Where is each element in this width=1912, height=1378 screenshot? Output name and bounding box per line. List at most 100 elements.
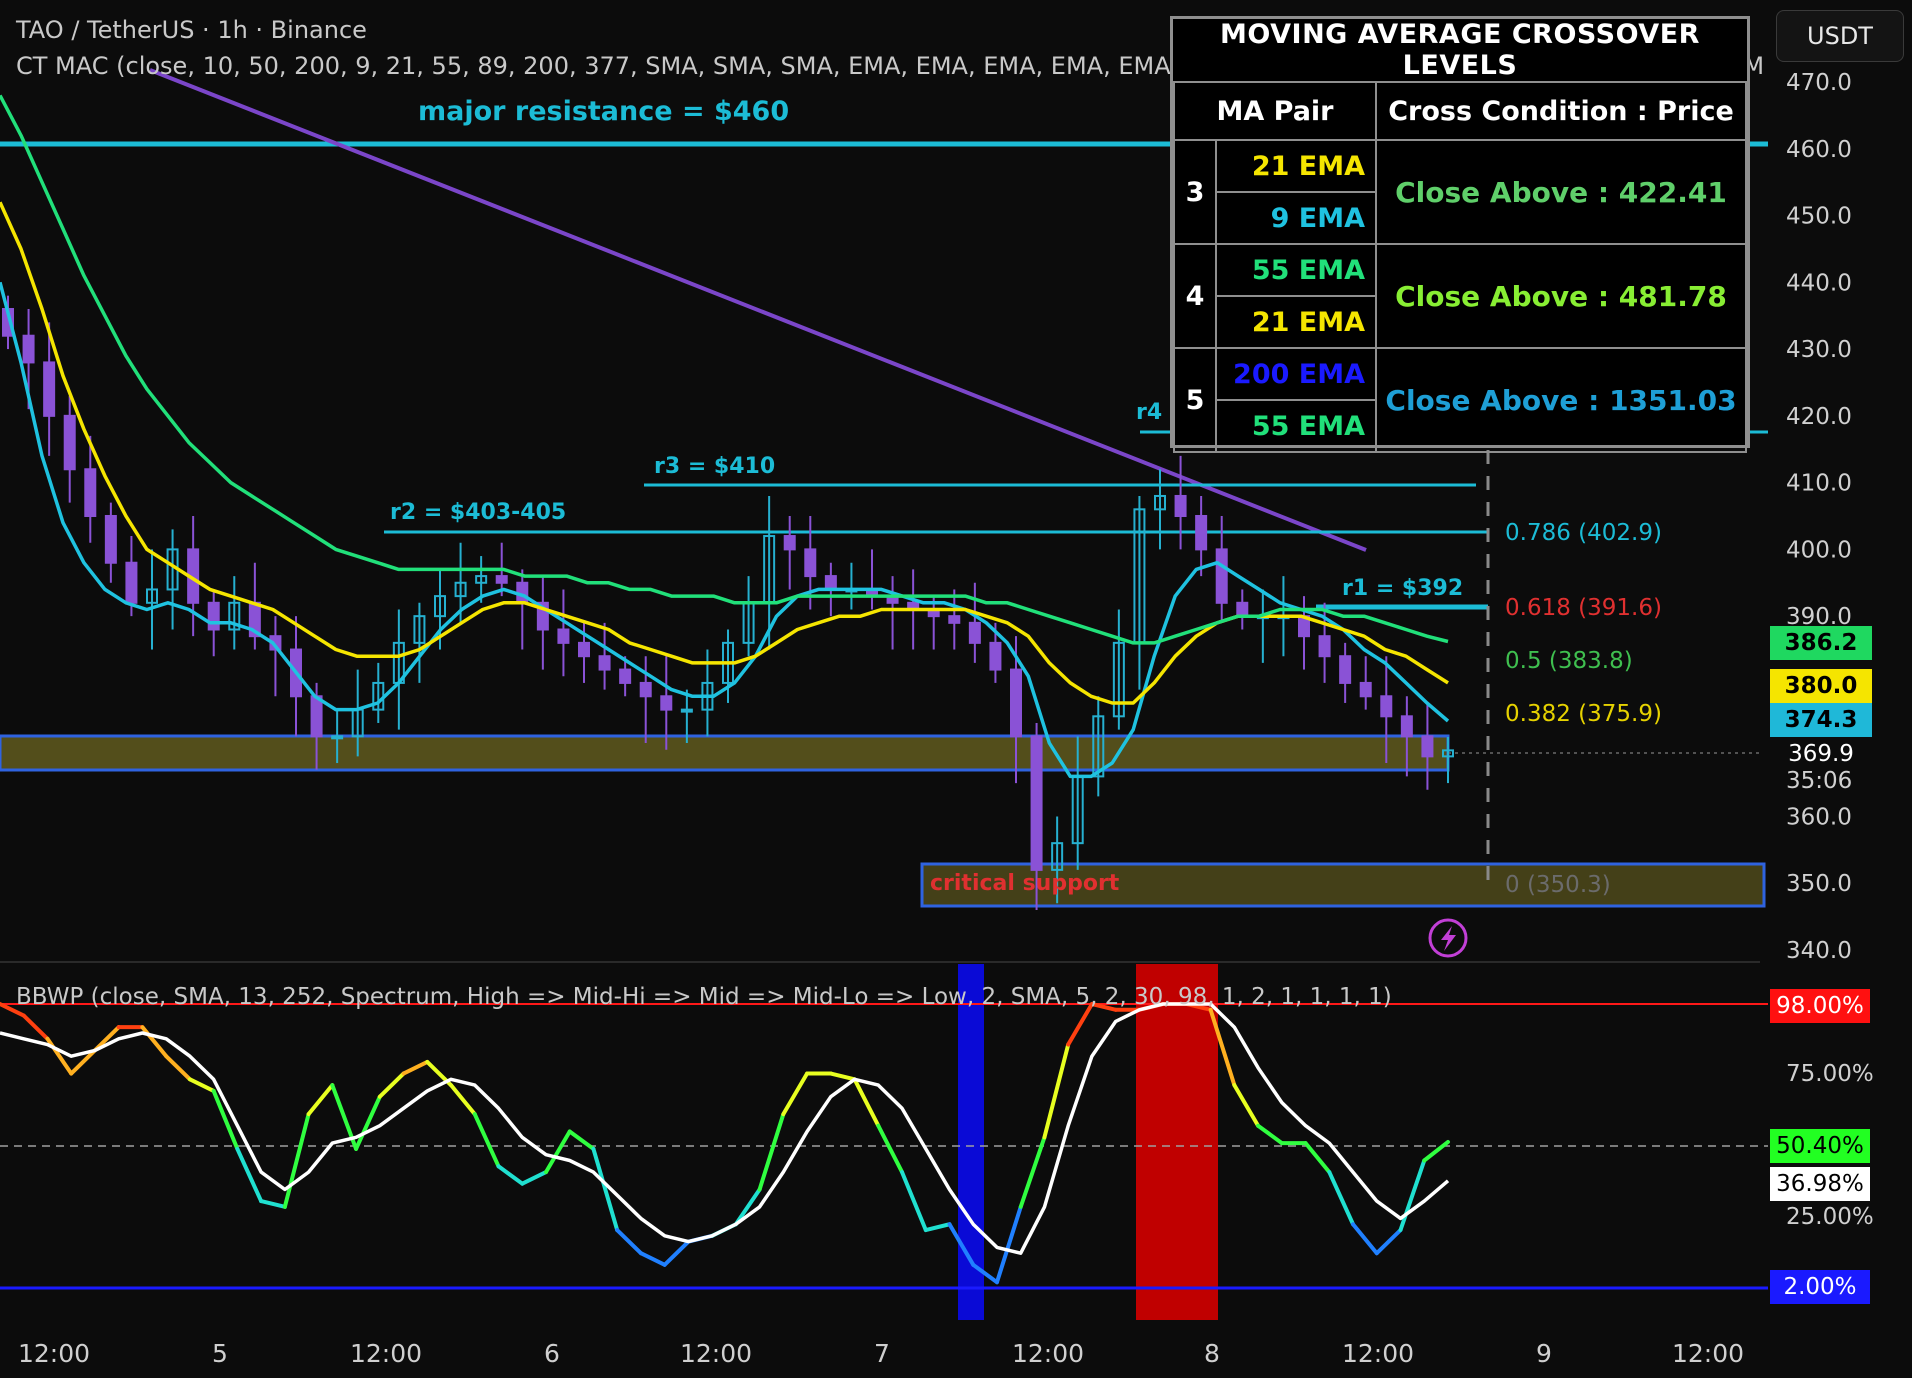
candle-body: [1339, 655, 1352, 684]
candle-body: [783, 535, 796, 551]
bbwp-segment: [282, 1112, 311, 1209]
candle-body: [43, 361, 56, 417]
bbwp-segment: [1042, 1042, 1071, 1140]
bbwp-value-tag: 50.40%: [1770, 1129, 1870, 1163]
candle-body: [84, 468, 97, 517]
bbwp-tick-75: 75.00%: [1786, 1061, 1874, 1087]
bbwp-segment: [1066, 1002, 1094, 1047]
lightning-icon[interactable]: [1428, 918, 1468, 958]
x-tick-label: 12:00: [1672, 1339, 1744, 1368]
y-axis-ticks-group: 470.0 460.0 450.0 440.0 430.0 420.0 410.0 400.0…: [1786, 70, 1852, 964]
bbwp-segment: [354, 1094, 382, 1151]
candle-body: [804, 548, 817, 578]
candle-body: [598, 655, 611, 671]
ma-b-cell: 55 EMA: [1215, 399, 1377, 453]
candle-body: [63, 414, 76, 471]
fib-0-label: 0 (350.3): [1505, 872, 1611, 898]
ma-b-cell: 9 EMA: [1215, 191, 1377, 245]
ma9-price-tag: 374.3: [1770, 703, 1872, 737]
bbwp-segment: [1398, 1158, 1427, 1233]
candle-body: [1195, 515, 1208, 551]
bbwp-segment: [401, 1059, 430, 1076]
bbwp-signal-line: [0, 1002, 1450, 1255]
symbol-title[interactable]: TAO / TetherUS · 1h · Binance: [16, 16, 367, 44]
bbwp-segment: [994, 1204, 1023, 1285]
candle-body: [1174, 494, 1187, 518]
ma-a-cell: 55 EMA: [1215, 243, 1377, 297]
ma-a-cell: 200 EMA: [1215, 347, 1377, 401]
y-tick-label: 350.0: [1786, 871, 1852, 897]
bbwp-98-tag: 98.00%: [1770, 989, 1870, 1023]
y-tick-label: 450.0: [1786, 204, 1852, 230]
y-tick-label: 410.0: [1786, 471, 1852, 497]
cond-cell: Close Above : 481.78: [1375, 243, 1747, 349]
candle-body: [1030, 735, 1043, 871]
last-price-tag: 369.9: [1770, 737, 1872, 771]
col-ma-pair: MA Pair: [1173, 81, 1377, 141]
x-tick-label: 12:00: [18, 1339, 90, 1368]
candle-body: [125, 561, 138, 604]
currency-button[interactable]: USDT: [1776, 10, 1904, 62]
candle-body: [948, 615, 961, 624]
candle-body: [639, 681, 652, 698]
bbwp-segment: [377, 1071, 406, 1099]
bbwp-segment: [187, 1077, 216, 1093]
bbwp-segment: [638, 1251, 667, 1267]
table-title: MOVING AVERAGE CROSSOVER LEVELS: [1220, 19, 1700, 81]
bbwp-high-bar: [1136, 964, 1218, 1320]
bbwp-segment: [235, 1146, 264, 1204]
bbwp-lines-group: [0, 1002, 1450, 1285]
bbwp-segment: [662, 1239, 691, 1267]
bbwp-segment: [923, 1222, 952, 1233]
candle-body: [989, 641, 1002, 671]
bbwp-segment: [1351, 1222, 1379, 1256]
x-tick-label: 12:00: [350, 1339, 422, 1368]
bbwp-segment: [733, 1187, 762, 1227]
ma55-price-tag: 386.2: [1770, 626, 1872, 660]
candle-body: [557, 628, 570, 644]
candle-body: [104, 515, 117, 564]
candle-body: [331, 735, 344, 740]
candle-body: [1380, 695, 1393, 718]
candle-body: [619, 668, 632, 684]
row-index: 5: [1173, 347, 1217, 453]
x-tick-label: 12:00: [1342, 1339, 1414, 1368]
bbwp-segment: [1303, 1141, 1332, 1175]
y-tick-label: 340.0: [1786, 938, 1852, 964]
y-tick-label: 430.0: [1786, 337, 1852, 363]
y-tick-label: 460.0: [1786, 137, 1852, 163]
candle-body: [1359, 681, 1372, 698]
bbwp-segment: [472, 1112, 501, 1169]
fib-05-label: 0.5 (383.8): [1505, 648, 1633, 674]
y-tick-label: 400.0: [1786, 537, 1852, 563]
bbwp-segment: [852, 1077, 881, 1128]
row-index: 3: [1173, 139, 1217, 245]
chart-stage[interactable]: 470.0 460.0 450.0 440.0 430.0 420.0 410.0 400.0…: [0, 0, 1912, 1378]
candle-body: [660, 695, 673, 711]
x-axis-ticks-group: 12:00 5 12:00 6 12:00 7 12:00 8 12:00 9 12:00: [18, 1339, 1744, 1368]
fib-0382-label: 0.382 (375.9): [1505, 701, 1662, 727]
critical-support-label: critical support: [930, 871, 1120, 896]
bbwp-signal-tag: 36.98%: [1770, 1167, 1870, 1201]
bbwp-segment: [1327, 1170, 1356, 1227]
x-tick-label: 12:00: [680, 1339, 752, 1368]
x-tick-label: 9: [1536, 1339, 1552, 1368]
ma-b-cell: 21 EMA: [1215, 295, 1377, 349]
bbwp-segment: [1232, 1083, 1261, 1128]
bbwp-segment: [900, 1170, 928, 1233]
candle-body: [310, 695, 323, 738]
bbwp-segment: [164, 1054, 192, 1082]
candle-body: [1236, 601, 1249, 618]
bbwp-segment: [1256, 1123, 1284, 1146]
cond-cell: Close Above : 422.41: [1375, 139, 1747, 245]
r1-label: r1 = $392: [1342, 576, 1464, 601]
col-cross-condition: Cross Condition : Price: [1375, 81, 1747, 141]
candle-body: [968, 621, 981, 644]
ma-a-cell: 21 EMA: [1215, 139, 1377, 193]
x-tick-label: 12:00: [1012, 1339, 1084, 1368]
candle-body: [1215, 548, 1228, 604]
cond-cell: Close Above : 1351.03: [1375, 347, 1747, 453]
candle-body: [824, 575, 837, 591]
bbwp-2-tag: 2.00%: [1770, 1270, 1870, 1304]
bbwp-label[interactable]: BBWP (close, SMA, 13, 252, Spectrum, Hig…: [16, 984, 1392, 1010]
